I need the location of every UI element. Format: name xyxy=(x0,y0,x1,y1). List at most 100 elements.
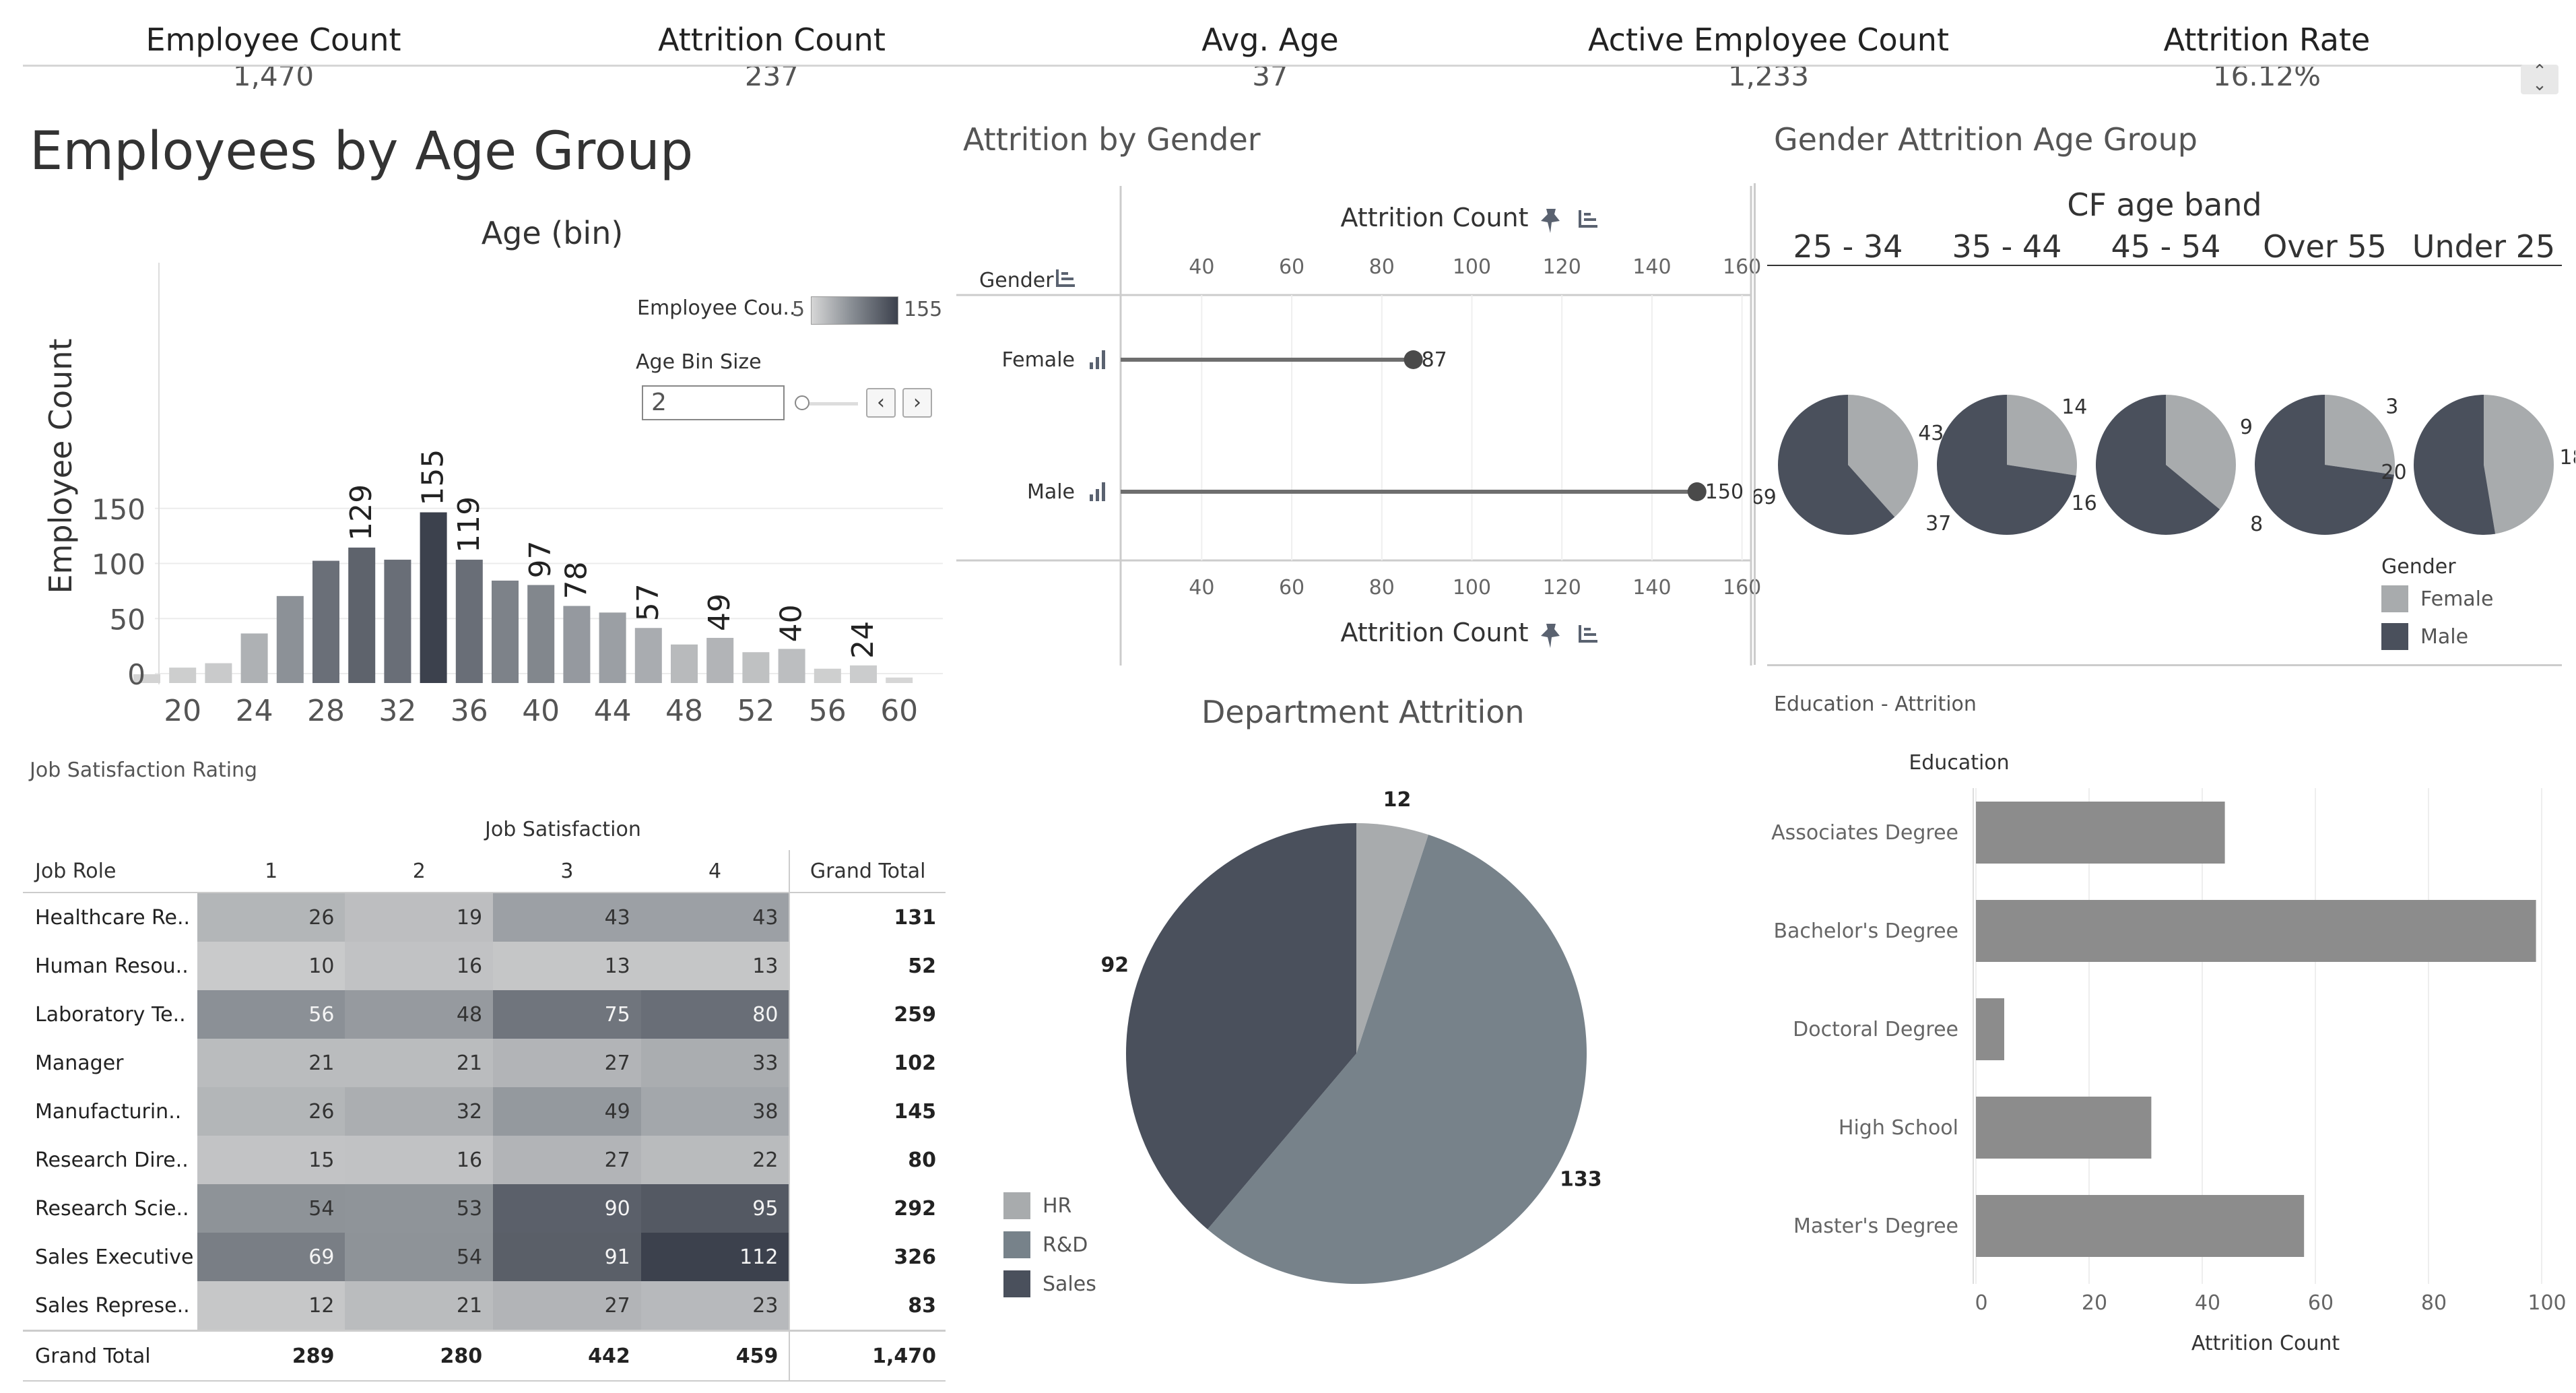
edu-row-header: Education xyxy=(1909,751,2009,775)
heatmap-cell: 32 xyxy=(345,1087,494,1136)
y-tick-label: 50 xyxy=(110,603,145,636)
edu-x-axis-label: Attrition Count xyxy=(2191,1332,2340,1355)
chevron-left-icon[interactable]: ‹ xyxy=(866,388,896,418)
age-bin-size-input[interactable]: 2 xyxy=(642,385,785,420)
grand-total-cell: 280 xyxy=(345,1330,494,1382)
bar-data-label: 57 xyxy=(631,583,665,621)
x-tick-label: 52 xyxy=(737,694,774,728)
legend-item-hr[interactable]: HR xyxy=(1003,1192,1096,1219)
legend-item-rd[interactable]: R&D xyxy=(1003,1231,1096,1258)
age-bar[interactable] xyxy=(455,559,483,683)
sort-icon[interactable] xyxy=(1056,269,1075,287)
age-band-header: Under 25 xyxy=(2412,228,2555,265)
gender-data-label: 150 xyxy=(1705,480,1744,504)
pin-icon[interactable] xyxy=(1541,209,1560,233)
table-row[interactable]: Research Dire.. 15 16 27 22 80 xyxy=(23,1136,946,1184)
chevron-right-icon[interactable]: › xyxy=(902,388,932,418)
x-tick-label: 56 xyxy=(809,694,847,728)
age-bar[interactable] xyxy=(527,585,555,683)
education-bar[interactable] xyxy=(1976,802,2225,864)
x-tick-label: 80 xyxy=(2421,1291,2447,1315)
heatmap-cell: 13 xyxy=(640,942,790,990)
table-row[interactable]: Sales Represe.. 12 21 27 23 83 xyxy=(23,1281,946,1331)
age-bar[interactable] xyxy=(814,668,841,683)
legend-gradient xyxy=(811,296,898,325)
pin-icon[interactable] xyxy=(1541,624,1560,648)
age-bar[interactable] xyxy=(205,663,232,683)
job-satisfaction-table: Job Role 1 2 3 4 Grand Total Healthcare Re.. 26… xyxy=(23,850,946,1382)
gender-row-header: Gender xyxy=(979,269,1054,292)
sort-icon[interactable] xyxy=(1579,210,1597,228)
age-bar[interactable] xyxy=(850,665,877,683)
legend-label: Employee Cou.. xyxy=(637,296,796,320)
heatmap-cell: 56 xyxy=(197,990,345,1039)
gender-legend: Gender Female Male xyxy=(2381,555,2493,650)
heatmap-cell: 90 xyxy=(493,1184,641,1233)
pie-value-label: 9 xyxy=(2240,416,2253,439)
heatmap-cell: 16 xyxy=(345,942,494,990)
age-bar[interactable] xyxy=(169,668,197,683)
age-bar[interactable] xyxy=(240,633,268,683)
legend-item-male[interactable]: Male xyxy=(2381,623,2493,650)
legend-item-sales[interactable]: Sales xyxy=(1003,1270,1096,1297)
legend-label: Sales xyxy=(1043,1272,1096,1296)
age-bar[interactable] xyxy=(420,512,447,683)
age-bar[interactable] xyxy=(634,628,662,683)
age-bin-slider[interactable] xyxy=(795,393,861,414)
gender-dot-chart: Attrition Count Attrition Count Gender 4… xyxy=(956,186,1761,666)
bar-chart-icon[interactable] xyxy=(1090,350,1105,369)
age-bar[interactable] xyxy=(778,649,805,683)
age-bar[interactable] xyxy=(563,606,591,683)
bar-data-label: 129 xyxy=(344,484,378,541)
age-bar[interactable] xyxy=(384,559,411,683)
x-tick-label: 32 xyxy=(378,694,416,728)
age-bar[interactable] xyxy=(312,560,339,683)
slider-handle-icon[interactable] xyxy=(795,395,810,410)
x-tick-label: 48 xyxy=(665,694,703,728)
pie-value-label: 133 xyxy=(1560,1168,1602,1192)
dept-legend: HR R&D Sales xyxy=(1003,1192,1096,1297)
age-bar[interactable] xyxy=(276,595,304,683)
y-tick-label: 0 xyxy=(127,658,145,691)
edu-panel-title: Education - Attrition xyxy=(1774,692,1977,716)
education-bar[interactable] xyxy=(1976,900,2536,962)
education-bar[interactable] xyxy=(1976,1097,2152,1159)
age-color-legend: Employee Cou.. 5 155 xyxy=(637,295,954,330)
pie-slice-male[interactable] xyxy=(2414,395,2496,535)
table-row[interactable]: Manager 21 21 27 33 102 xyxy=(23,1039,946,1087)
age-bar[interactable] xyxy=(886,677,913,683)
pie-value-label: 92 xyxy=(1100,954,1129,977)
heatmap-cell: 69 xyxy=(197,1233,345,1281)
age-bar[interactable] xyxy=(599,612,626,683)
age-bar[interactable] xyxy=(348,547,376,683)
age-bar[interactable] xyxy=(671,644,698,683)
gender-axis-title-top: Attrition Count xyxy=(1340,203,1528,232)
table-row[interactable]: Human Resou.. 10 16 13 13 52 xyxy=(23,942,946,990)
lollipop-dot[interactable] xyxy=(1687,482,1707,501)
table-row[interactable]: Sales Executive 69 54 91 112 326 xyxy=(23,1233,946,1281)
table-row[interactable]: Laboratory Te.. 56 48 75 80 259 xyxy=(23,990,946,1039)
table-row[interactable]: Research Scie.. 54 53 90 95 292 xyxy=(23,1184,946,1233)
scroll-stepper-icon[interactable]: ⌃ ⌄ xyxy=(2521,63,2558,94)
bar-chart-icon[interactable] xyxy=(1090,482,1105,501)
pie-slice-female[interactable] xyxy=(2484,395,2554,534)
pie-value-label: 20 xyxy=(2381,461,2406,484)
age-bar[interactable] xyxy=(492,580,519,683)
heatmap-cell: 27 xyxy=(493,1281,641,1331)
legend-item-female[interactable]: Female xyxy=(2381,585,2493,612)
table-row[interactable]: Healthcare Re.. 26 19 43 43 131 xyxy=(23,893,946,942)
column-header: 1 xyxy=(197,850,345,893)
age-bar[interactable] xyxy=(706,637,734,683)
age-bar[interactable] xyxy=(742,652,770,683)
education-bar[interactable] xyxy=(1976,1195,2305,1257)
sort-icon[interactable] xyxy=(1579,625,1597,643)
grand-total-cell: 289 xyxy=(197,1330,345,1382)
x-tick-label: 44 xyxy=(594,694,632,728)
heatmap-cell: 21 xyxy=(345,1281,494,1331)
education-bar-chart: Education Associates Degree Bachelor's De… xyxy=(1771,751,2567,1355)
gender-panel-title: Attrition by Gender xyxy=(963,121,1261,158)
table-row[interactable]: Manufacturin.. 26 32 49 38 145 xyxy=(23,1087,946,1136)
education-bar[interactable] xyxy=(1976,998,2004,1060)
lollipop-dot[interactable] xyxy=(1403,350,1423,369)
heatmap-cell: 15 xyxy=(197,1136,345,1184)
